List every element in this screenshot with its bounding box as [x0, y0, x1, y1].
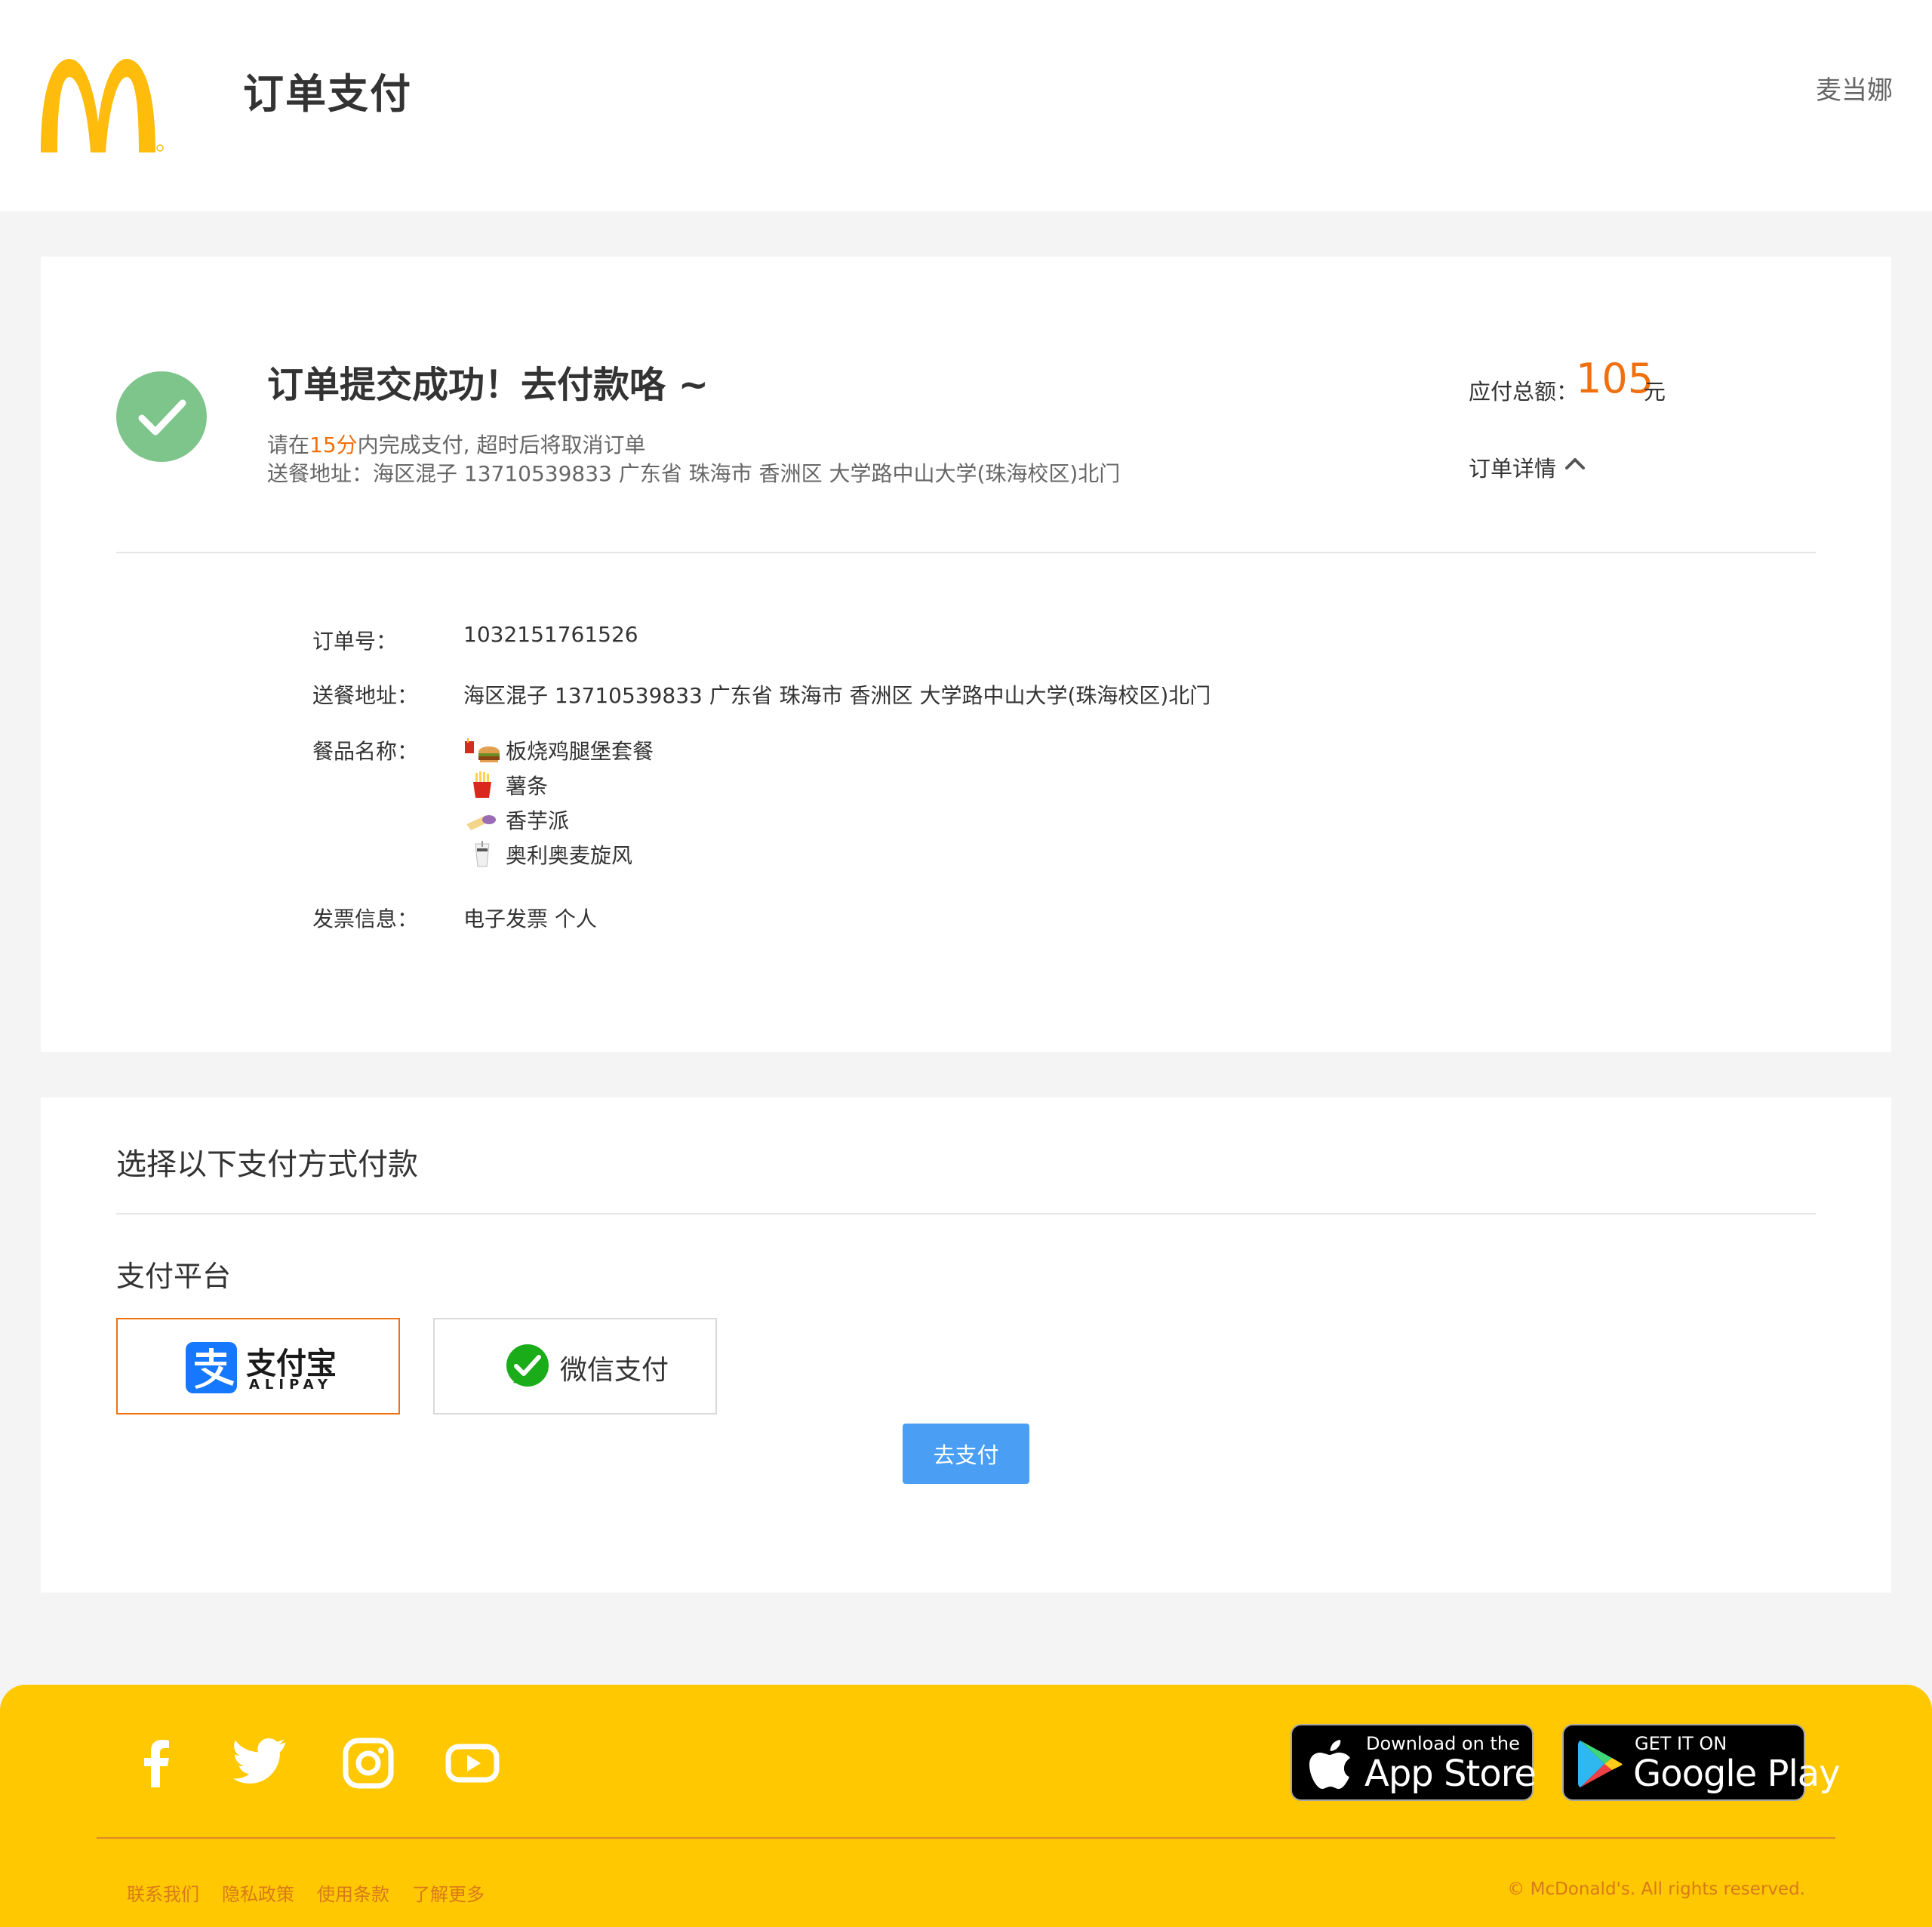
footer-link-terms[interactable]: 使用条款 — [317, 1879, 389, 1906]
order-divider — [116, 552, 1816, 553]
page-title: 订单支付 — [243, 70, 412, 118]
chevron-up-icon — [1565, 458, 1585, 469]
youtube-icon[interactable] — [442, 1733, 503, 1793]
app-store-badge[interactable]: Download on the App Store — [1291, 1724, 1537, 1801]
meal-name: 奥利奥麦旋风 — [506, 843, 633, 868]
platform-label: 支付平台 — [116, 1260, 232, 1293]
app-store-big-text: App Store — [1364, 1753, 1537, 1795]
payment-card: 选择以下支付方式付款 支付平台 支付宝 ALIPAY 微信支付 去支付 — [41, 1097, 1891, 1593]
meals-label: 餐品名称： — [312, 739, 419, 764]
alipay-option[interactable]: 支付宝 ALIPAY — [116, 1318, 400, 1414]
alipay-icon — [186, 1342, 237, 1393]
twitter-icon[interactable] — [231, 1733, 291, 1793]
google-play-big-text: Google Play — [1633, 1753, 1841, 1795]
taro-pie-icon — [466, 815, 496, 830]
order-detail-toggle[interactable]: 订单详情 — [1469, 451, 1585, 483]
order-detail-toggle-label: 订单详情 — [1469, 456, 1557, 482]
payment-title: 选择以下支付方式付款 — [116, 1147, 418, 1182]
meal-name: 板烧鸡腿堡套餐 — [506, 739, 654, 764]
instagram-icon[interactable] — [338, 1733, 398, 1793]
countdown-suffix: 内完成支付, 超时后将取消订单 — [357, 432, 646, 457]
order-card: 订单提交成功！去付款咯 ~ 请在15分内完成支付, 超时后将取消订单 送餐地址：… — [41, 257, 1891, 1052]
countdown-prefix: 请在 — [267, 432, 310, 457]
burger-meal-icon — [465, 738, 500, 762]
payment-divider — [116, 1213, 1816, 1214]
total-unit: 元 — [1644, 379, 1666, 405]
address-label: 送餐地址： — [312, 683, 419, 708]
payment-countdown: 请在15分内完成支付, 超时后将取消订单 — [267, 429, 645, 459]
facebook-icon[interactable] — [127, 1733, 187, 1793]
footer-link-privacy[interactable]: 隐私政策 — [222, 1879, 294, 1906]
mcflurry-icon — [475, 841, 490, 867]
footer-divider — [97, 1837, 1835, 1839]
copyright: © McDonald's. All rights reserved. — [1507, 1879, 1805, 1899]
countdown-minutes: 15分 — [309, 432, 358, 457]
page-footer: Download on the App Store GET IT ON Goog… — [0, 1685, 1932, 1927]
google-play-icon — [1578, 1741, 1623, 1787]
fries-icon — [473, 771, 491, 798]
success-check-icon — [116, 371, 207, 462]
footer-link-more[interactable]: 了解更多 — [412, 1879, 485, 1906]
page-header: 订单支付 麦当娜 — [0, 0, 1932, 211]
invoice-value: 电子发票 个人 — [463, 907, 597, 931]
invoice-label: 发票信息： — [312, 907, 419, 931]
wechat-pay-name: 微信支付 — [560, 1355, 669, 1386]
delivery-address-summary: 送餐地址：海区混子 13710539833 广东省 珠海市 香洲区 大学路中山大… — [267, 461, 1121, 486]
meal-name: 香芋派 — [506, 808, 570, 833]
wechat-pay-icon — [506, 1344, 549, 1387]
mcdonalds-logo-icon[interactable] — [38, 54, 166, 156]
go-pay-button[interactable]: 去支付 — [903, 1424, 1029, 1484]
address-value: 海区混子 13710539833 广东省 珠海市 香洲区 大学路中山大学(珠海校… — [463, 683, 1211, 708]
order-no-label: 订单号： — [312, 629, 398, 654]
apple-icon — [1309, 1740, 1350, 1789]
app-store-small-text: Download on the — [1366, 1733, 1520, 1754]
alipay-sub: ALIPAY — [249, 1377, 333, 1393]
wechat-pay-option[interactable]: 微信支付 — [433, 1318, 717, 1414]
footer-link-contact[interactable]: 联系我们 — [127, 1879, 199, 1906]
meal-name: 薯条 — [506, 774, 549, 799]
google-play-small-text: GET IT ON — [1635, 1733, 1727, 1754]
user-name[interactable]: 麦当娜 — [1816, 69, 1893, 106]
total-label: 应付总额： — [1469, 379, 1579, 405]
success-title: 订单提交成功！去付款咯 ~ — [267, 364, 709, 406]
google-play-badge[interactable]: GET IT ON Google Play — [1562, 1724, 1841, 1801]
total-amount: 105 — [1576, 355, 1654, 402]
order-no-value: 1032151761526 — [463, 622, 638, 647]
